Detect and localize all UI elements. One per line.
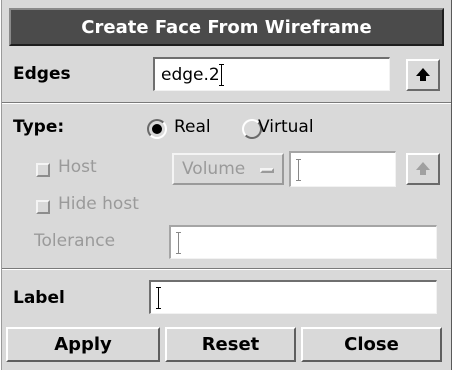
- text-cursor: [296, 158, 301, 181]
- dialog-title-text: Create Face From Wireframe: [81, 16, 372, 38]
- up-arrow-icon: [416, 68, 430, 81]
- edges-pick-button[interactable]: [406, 59, 440, 91]
- host-checkbox[interactable]: [36, 163, 50, 177]
- close-button[interactable]: Close: [301, 327, 442, 362]
- apply-button[interactable]: Apply: [6, 327, 160, 362]
- host-input[interactable]: [289, 151, 396, 187]
- host-type-select[interactable]: Volume: [172, 153, 284, 185]
- host-pick-button[interactable]: [406, 153, 440, 185]
- hide-host-checkbox[interactable]: [36, 200, 50, 214]
- text-cursor: [218, 63, 224, 86]
- host-label: Host: [58, 157, 97, 177]
- separator: [2, 268, 451, 270]
- type-virtual-label: Virtual: [258, 117, 314, 137]
- edges-value: edge.2: [161, 64, 220, 85]
- host-type-value: Volume: [182, 159, 246, 179]
- edges-input[interactable]: edge.2: [153, 57, 390, 91]
- type-real-radio[interactable]: [147, 119, 167, 139]
- tolerance-label: Tolerance: [34, 231, 116, 251]
- label-label: Label: [13, 288, 65, 308]
- edges-label: Edges: [13, 64, 71, 84]
- text-cursor: [156, 286, 161, 309]
- reset-button[interactable]: Reset: [165, 327, 296, 362]
- tolerance-input[interactable]: [169, 225, 437, 259]
- hide-host-label: Hide host: [58, 194, 139, 214]
- dialog-title: Create Face From Wireframe: [9, 8, 444, 46]
- radio-dot: [152, 124, 162, 134]
- reset-button-label: Reset: [201, 334, 260, 355]
- label-input[interactable]: [149, 280, 437, 314]
- text-cursor: [176, 231, 181, 254]
- separator: [2, 102, 451, 104]
- type-real-label: Real: [174, 117, 211, 137]
- close-button-label: Close: [344, 334, 399, 355]
- type-label: Type:: [13, 117, 65, 137]
- apply-button-label: Apply: [54, 334, 112, 355]
- create-face-dialog: Create Face From Wireframe Edges edge.2 …: [1, 0, 452, 370]
- option-menu-indicator-icon: [260, 168, 274, 173]
- up-arrow-icon: [416, 162, 430, 175]
